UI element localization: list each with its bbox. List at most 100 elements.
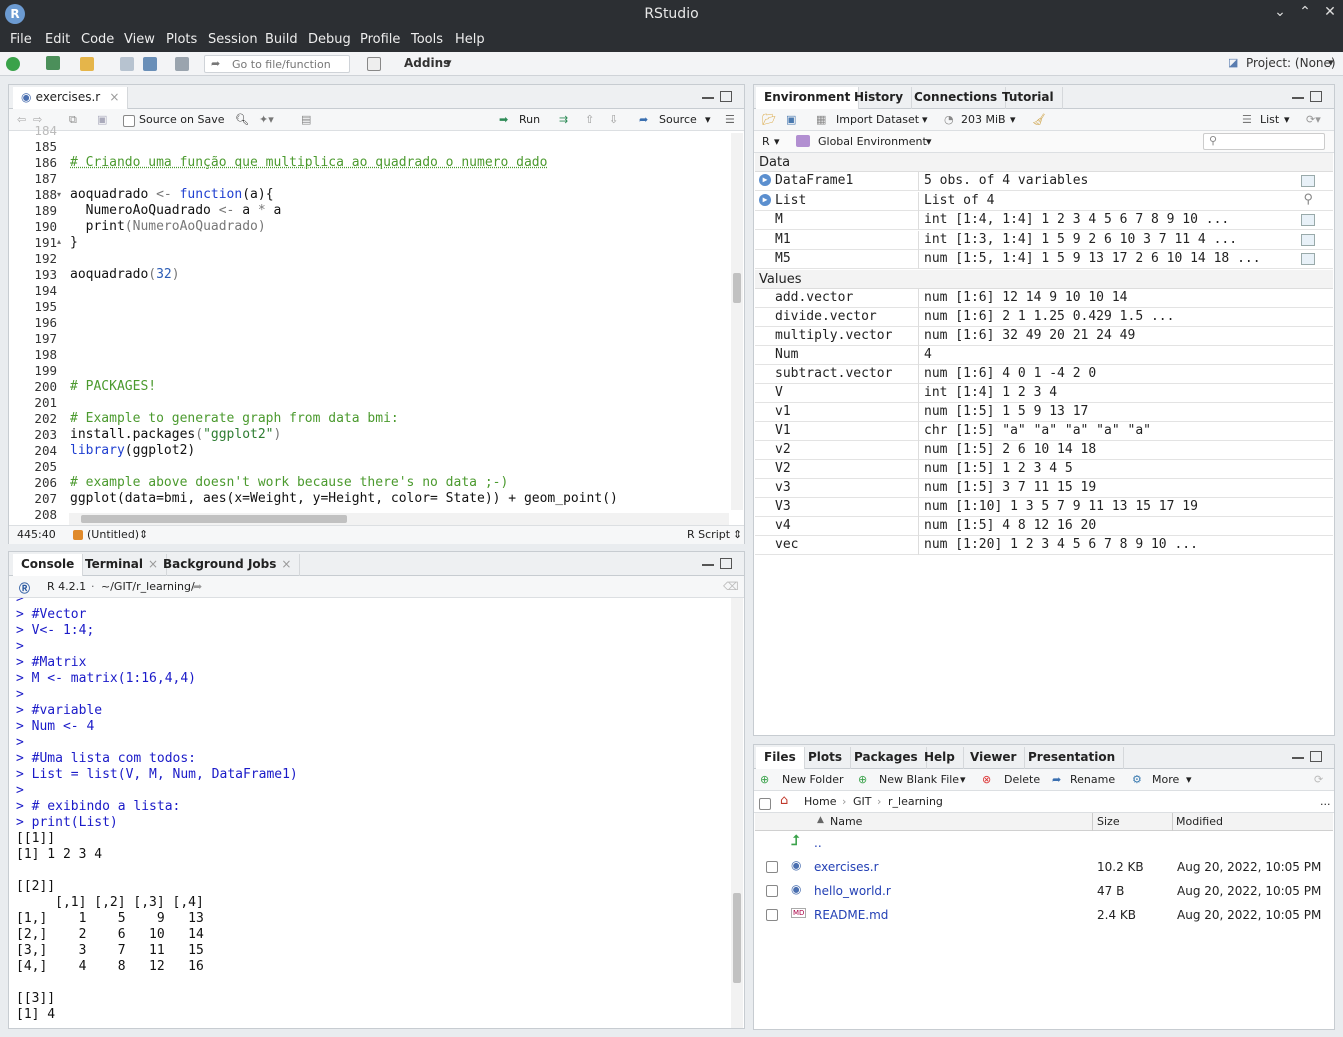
- tab-connections[interactable]: Connections: [906, 87, 1007, 109]
- environment-value-row[interactable]: add.vector num [1:6] 12 14 9 10 10 14: [755, 288, 1333, 308]
- project-menu[interactable]: Project: (None): [1246, 56, 1336, 70]
- goto-file-input[interactable]: ➦ Go to file/function: [204, 55, 350, 73]
- file-row[interactable]: ◉ exercises.r 10.2 KB Aug 20, 2022, 10:05 P…: [755, 855, 1333, 879]
- view-data-grid-icon[interactable]: [1301, 175, 1315, 187]
- memory-dropdown-icon[interactable]: ▾: [1010, 113, 1016, 126]
- code-area[interactable]: # Criando uma função que multiplica ao q…: [67, 133, 709, 510]
- file-type-selector[interactable]: R Script: [687, 528, 730, 541]
- tab-history[interactable]: History: [846, 87, 913, 109]
- parent-directory-row[interactable]: ⮥ ..: [755, 831, 1333, 855]
- rename-button[interactable]: Rename: [1070, 773, 1115, 786]
- tab-help[interactable]: Help: [916, 747, 964, 769]
- menu-profile[interactable]: Profile: [360, 32, 400, 47]
- environment-data-row[interactable]: ▶ List List of 4 ⚲: [755, 191, 1333, 211]
- source-on-save-checkbox[interactable]: [123, 113, 135, 128]
- environment-value-row[interactable]: v4 num [1:5] 4 8 12 16 20: [755, 516, 1333, 536]
- view-data-grid-icon[interactable]: [1301, 214, 1315, 226]
- environment-value-row[interactable]: subtract.vector num [1:6] 4 0 1 -4 2 0: [755, 364, 1333, 384]
- column-modified[interactable]: Modified: [1176, 815, 1223, 828]
- file-type-dropdown-icon[interactable]: ⇕: [733, 528, 742, 541]
- save-all-icon[interactable]: [143, 57, 157, 71]
- breadcrumb-git[interactable]: GIT: [853, 795, 872, 808]
- environment-data-row[interactable]: ▶ DataFrame1 5 obs. of 4 variables: [755, 172, 1333, 191]
- console-output[interactable]: > > #Vector > V<- 1:4; > > #Matrix > M <- mat…: [9, 598, 731, 1028]
- environment-search-input[interactable]: ⚲: [1203, 133, 1325, 150]
- import-dropdown-icon[interactable]: ▾: [922, 113, 928, 126]
- view-dropdown-icon[interactable]: ▾: [1284, 113, 1290, 126]
- scroll-thumb[interactable]: [733, 273, 741, 303]
- environment-data-row[interactable]: M1 int [1:3, 1:4] 1 5 9 2 6 10 3 7 11 4 .…: [755, 230, 1333, 250]
- scroll-thumb[interactable]: [733, 893, 741, 983]
- close-window-icon[interactable]: ✕: [1320, 4, 1340, 20]
- clear-workspace-broom-icon[interactable]: 🧹︎: [1032, 113, 1046, 126]
- view-data-grid-icon[interactable]: [1301, 253, 1315, 265]
- menu-code[interactable]: Code: [81, 32, 114, 47]
- file-checkbox[interactable]: [766, 861, 778, 873]
- file-name-link[interactable]: README.md: [814, 908, 888, 922]
- environment-value-row[interactable]: divide.vector num [1:6] 2 1 1.25 0.429 1.…: [755, 307, 1333, 327]
- compile-report-icon[interactable]: ▤: [301, 113, 311, 126]
- new-folder-button[interactable]: New Folder: [782, 773, 843, 786]
- outline-icon[interactable]: ☰: [725, 113, 735, 126]
- go-down-icon[interactable]: ⇩: [609, 113, 618, 126]
- pane-window-controls[interactable]: [1292, 91, 1326, 103]
- console-scrollbar[interactable]: [731, 598, 743, 1028]
- new-file-icon[interactable]: [6, 57, 20, 71]
- source-button[interactable]: Source: [659, 113, 697, 126]
- environment-value-row[interactable]: v1 num [1:5] 1 5 9 13 17: [755, 402, 1333, 422]
- tab-viewer[interactable]: Viewer: [962, 747, 1026, 769]
- environment-value-row[interactable]: V1 chr [1:5] "a" "a" "a" "a" "a": [755, 421, 1333, 441]
- breadcrumb-home[interactable]: Home: [804, 795, 836, 808]
- tab-environment[interactable]: Environment: [756, 87, 860, 110]
- view-mode-selector[interactable]: List: [1260, 113, 1279, 126]
- menu-tools[interactable]: Tools: [411, 32, 443, 47]
- environment-value-row[interactable]: vec num [1:20] 1 2 3 4 5 6 7 8 9 10 ...: [755, 535, 1333, 555]
- fold-down-icon[interactable]: ▾: [57, 190, 61, 199]
- pane-window-controls[interactable]: [1292, 751, 1326, 763]
- menu-debug[interactable]: Debug: [308, 32, 351, 47]
- addins-dropdown-icon[interactable]: ▾: [446, 56, 452, 69]
- goto-directory-icon[interactable]: ➦: [193, 580, 202, 593]
- menu-view[interactable]: View: [124, 32, 155, 47]
- minimize-window-icon[interactable]: ⌄: [1270, 4, 1290, 20]
- environment-value-row[interactable]: v2 num [1:5] 2 6 10 14 18: [755, 440, 1333, 460]
- open-file-icon[interactable]: [80, 57, 94, 71]
- project-dropdown-icon[interactable]: ▾: [1328, 56, 1334, 69]
- delete-button[interactable]: Delete: [1004, 773, 1040, 786]
- scope-selector[interactable]: Global Environment: [818, 135, 927, 148]
- refresh-icon[interactable]: ⟳▾: [1306, 113, 1321, 126]
- file-row[interactable]: ◉ hello_world.r 47 B Aug 20, 2022, 10:05 PM: [755, 879, 1333, 903]
- scope-selector[interactable]: (Untitled): [87, 528, 139, 541]
- source-dropdown-icon[interactable]: ▾: [705, 113, 711, 126]
- language-dropdown-icon[interactable]: ▾: [774, 135, 780, 148]
- tab-terminal[interactable]: Terminal ×: [77, 554, 168, 576]
- editor-vertical-scrollbar[interactable]: [731, 133, 743, 510]
- menu-plots[interactable]: Plots: [166, 32, 197, 47]
- menu-file[interactable]: File: [10, 32, 32, 47]
- tab-presentation[interactable]: Presentation: [1020, 747, 1125, 769]
- view-data-grid-icon[interactable]: [1301, 233, 1315, 246]
- code-tools-wand-icon[interactable]: ✦▾: [259, 113, 274, 126]
- tab-exercises-r[interactable]: ◉ exercises.r ×: [13, 87, 129, 110]
- environment-value-row[interactable]: V2 num [1:5] 1 2 3 4 5: [755, 459, 1333, 479]
- show-in-window-icon[interactable]: ⧉: [69, 113, 77, 127]
- scope-dropdown-icon[interactable]: ▾: [926, 135, 932, 148]
- save-workspace-icon[interactable]: ▣: [786, 113, 796, 126]
- print-icon[interactable]: [175, 57, 189, 71]
- new-blank-dropdown-icon[interactable]: ▾: [960, 773, 966, 786]
- environment-value-row[interactable]: multiply.vector num [1:6] 32 49 20 21 24 …: [755, 326, 1333, 346]
- memory-usage[interactable]: 203 MiB: [961, 113, 1006, 126]
- menu-build[interactable]: Build: [265, 32, 298, 47]
- import-dataset-button[interactable]: Import Dataset: [836, 113, 919, 126]
- refresh-files-icon[interactable]: ⟳: [1314, 773, 1323, 786]
- select-all-checkbox[interactable]: [759, 794, 771, 810]
- scope-dropdown-icon[interactable]: ⇕: [139, 528, 148, 541]
- more-button[interactable]: More: [1152, 773, 1179, 786]
- tab-plots[interactable]: Plots: [800, 747, 852, 769]
- load-workspace-icon[interactable]: 📂︎: [762, 113, 776, 126]
- run-button[interactable]: Run: [519, 113, 540, 126]
- save-icon[interactable]: [120, 57, 134, 71]
- file-name-link[interactable]: hello_world.r: [814, 884, 891, 898]
- breadcrumb-r-learning[interactable]: r_learning: [888, 795, 943, 808]
- column-name[interactable]: Name: [830, 815, 862, 828]
